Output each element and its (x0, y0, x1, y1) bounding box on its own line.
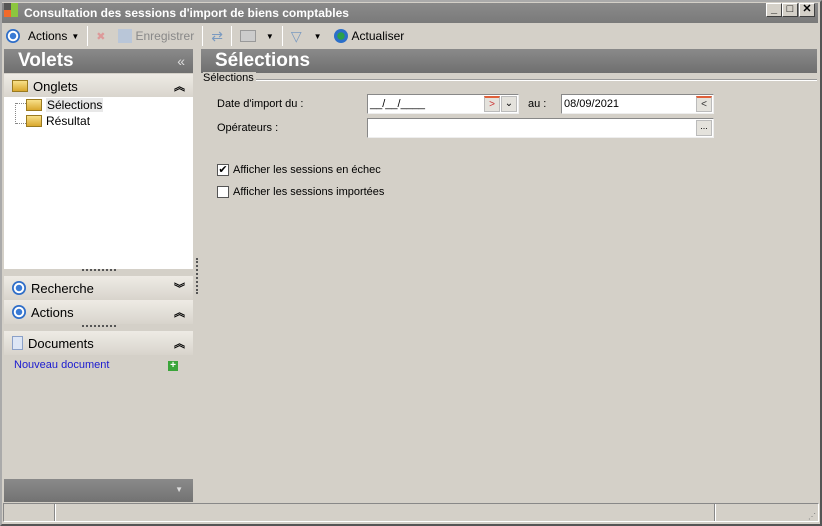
dropdown-arrow-icon: ▼ (265, 31, 274, 41)
splitter-grip[interactable] (82, 269, 116, 271)
dropdown-arrow-icon[interactable]: ▼ (175, 485, 183, 494)
tree-item-resultat[interactable]: Résultat (26, 114, 90, 128)
refresh-label: Actualiser (351, 29, 405, 43)
chevron-down-icon[interactable]: ⌄ (501, 96, 517, 112)
close-button[interactable]: ✕ (799, 3, 815, 17)
sync-button[interactable]: ⇄ (207, 25, 227, 47)
folder-icon (26, 115, 42, 127)
collapse-pane-button[interactable]: « (177, 49, 185, 73)
actions-panel-header[interactable]: Actions ︽ (4, 300, 193, 324)
date-to-label: au : (528, 98, 547, 110)
actions-circle-icon[interactable] (6, 29, 20, 43)
collapse-chevron-icon[interactable]: ︽ (174, 78, 185, 94)
status-divider (714, 504, 716, 521)
resize-grip-icon[interactable]: ⋰ (808, 513, 816, 521)
show-failed-label: Afficher les sessions en échec (233, 164, 381, 176)
status-divider (54, 504, 56, 521)
date-to-value: 08/09/2021 (564, 98, 620, 110)
group-line (255, 79, 817, 81)
dropdown-arrow-icon: ▼ (313, 31, 322, 41)
separator (202, 26, 204, 46)
operators-field[interactable]: ... (367, 118, 714, 138)
recherche-label: Recherche (31, 280, 94, 296)
splitter-grip[interactable] (82, 325, 116, 327)
save-button[interactable]: Enregistrer (114, 25, 199, 47)
tree-item-selections[interactable]: Sélections (26, 98, 104, 112)
maximize-button[interactable]: □ (782, 3, 798, 17)
actions-menu-button[interactable]: Actions ▼ (24, 25, 83, 47)
volets-title: Volets (18, 50, 74, 71)
tree-item-label: Résultat (46, 114, 91, 128)
date-from-value: __/__/____ (370, 98, 426, 110)
separator (230, 26, 232, 46)
minimize-button[interactable]: _ (766, 3, 782, 17)
delete-icon: ✖ (96, 30, 106, 43)
recherche-panel-header[interactable]: Recherche ︾ (4, 276, 193, 300)
date-from-field[interactable]: __/__/____ > ⌄ (367, 94, 519, 114)
show-imported-label: Afficher les sessions importées (233, 186, 385, 198)
tree-item-label: Sélections (46, 98, 104, 112)
filter-button[interactable]: ▽ ▼ (287, 25, 326, 47)
folder-icon (12, 80, 28, 92)
date-to-field[interactable]: 08/09/2021 < (561, 94, 714, 114)
dropdown-arrow-icon: ▼ (71, 31, 80, 41)
tree-line (15, 103, 16, 124)
print-button[interactable]: ▼ (236, 25, 278, 47)
refresh-button[interactable]: Actualiser (330, 25, 409, 47)
actions-label: Actions (28, 29, 68, 43)
delete-button[interactable]: ✖ (92, 25, 109, 47)
actions-circle-icon (12, 305, 26, 319)
separator (87, 26, 89, 46)
volets-header: Volets « (4, 49, 193, 73)
sync-icon: ⇄ (211, 27, 223, 44)
calendar-prev-icon[interactable]: < (696, 96, 712, 112)
title-bar: Consultation des sessions d'import de bi… (2, 3, 818, 23)
main-header: Sélections (201, 49, 817, 73)
onglets-label: Onglets (33, 78, 78, 94)
pane-footer: ▼ (4, 479, 193, 502)
status-bar: ⋰ (3, 503, 819, 522)
calendar-next-icon[interactable]: > (484, 96, 500, 112)
collapse-chevron-icon[interactable]: ︽ (174, 304, 185, 320)
printer-icon (239, 30, 256, 42)
documents-panel-header[interactable]: Documents ︽ (4, 331, 193, 355)
show-imported-checkbox[interactable]: Afficher les sessions importées (217, 186, 384, 198)
window-title: Consultation des sessions d'import de bi… (24, 6, 349, 20)
main-title: Sélections (215, 50, 311, 71)
add-icon[interactable]: + (168, 361, 178, 371)
checkbox-unchecked-icon (217, 186, 229, 198)
browse-button[interactable]: ... (696, 120, 712, 136)
app-logo-icon (4, 3, 18, 17)
vertical-splitter[interactable] (196, 258, 198, 294)
group-title: Sélections (203, 72, 256, 84)
checkbox-checked-icon: ✔ (217, 164, 229, 176)
tree-line (16, 123, 26, 124)
documents-label: Documents (28, 335, 94, 351)
filter-icon: ▽ (290, 27, 302, 44)
show-failed-checkbox[interactable]: ✔ Afficher les sessions en échec (217, 164, 381, 176)
operators-label: Opérateurs : (217, 122, 279, 134)
separator (281, 26, 283, 46)
search-circle-icon (12, 281, 26, 295)
onglets-tree: Sélections Résultat (4, 97, 193, 269)
date-from-label: Date d'import du : (217, 98, 304, 110)
tree-line (16, 103, 26, 104)
open-folder-icon (26, 99, 42, 111)
save-icon (117, 29, 132, 43)
refresh-icon (333, 29, 348, 43)
expand-chevron-icon[interactable]: ︾ (174, 280, 185, 296)
new-document-link[interactable]: Nouveau document (14, 359, 109, 371)
document-icon (12, 336, 23, 350)
save-label: Enregistrer (135, 29, 195, 43)
collapse-chevron-icon[interactable]: ︽ (174, 335, 185, 351)
actions-panel-label: Actions (31, 304, 74, 320)
toolbar: Actions ▼ ✖ Enregistrer ⇄ ▼ ▽ ▼ Actualiser (2, 24, 818, 48)
onglets-panel-header[interactable]: Onglets ︽ (4, 74, 193, 98)
